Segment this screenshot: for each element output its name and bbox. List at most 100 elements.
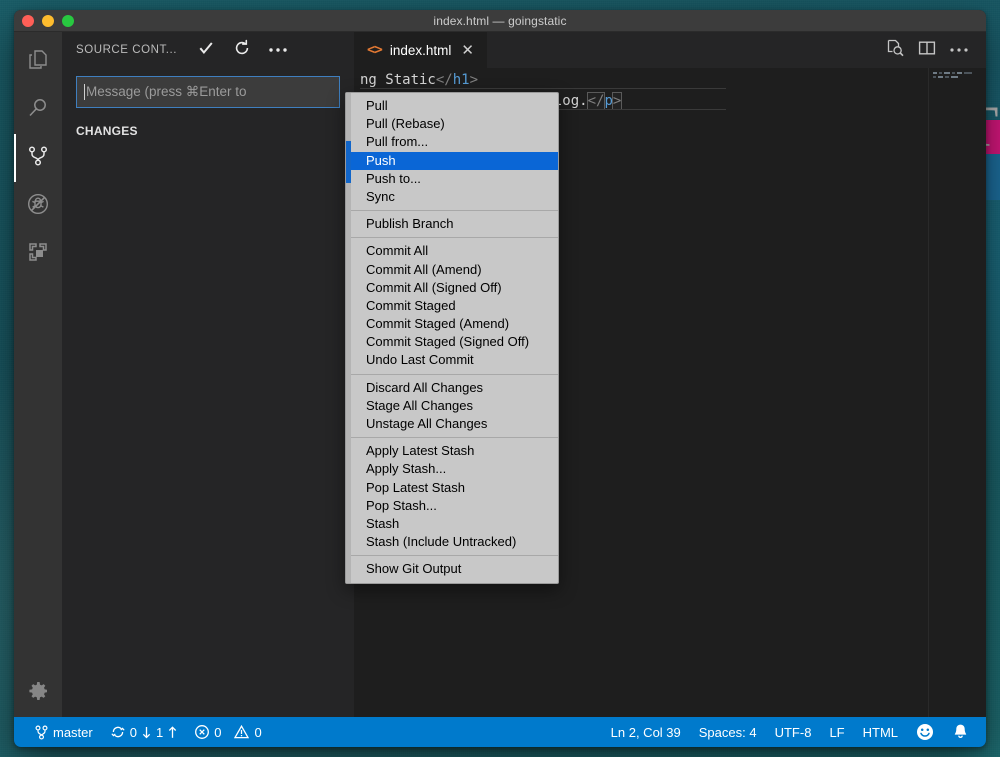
minimize-window-button[interactable]: [42, 14, 54, 27]
manage-settings-button[interactable]: [14, 669, 62, 717]
sidebar-item-explorer[interactable]: [14, 38, 62, 86]
text-caret: [84, 84, 85, 100]
menu-item-sync[interactable]: Sync: [346, 188, 558, 206]
more-actions-button[interactable]: [263, 36, 293, 64]
status-branch[interactable]: master: [26, 717, 102, 747]
open-preview-button[interactable]: [880, 35, 910, 65]
menu-item-unstage-all-changes[interactable]: Unstage All Changes: [346, 415, 558, 433]
split-editor-icon: [917, 38, 937, 63]
sidebar-actions: [191, 36, 293, 64]
menu-separator: [346, 237, 558, 239]
warning-icon: [234, 725, 250, 739]
menu-item-show-git-output[interactable]: Show Git Output: [346, 560, 558, 578]
maximize-window-button[interactable]: [62, 14, 74, 27]
commit-button[interactable]: [191, 36, 221, 64]
sidebar-item-extensions[interactable]: [14, 230, 62, 278]
minimap-row: [933, 76, 972, 78]
status-problems[interactable]: 0 0: [186, 717, 270, 747]
files-icon: [26, 48, 50, 77]
html-file-icon: <>: [367, 42, 383, 58]
status-bar: master 0 1 0 0 Ln 2, Col 39 Spaces: 4 UT…: [14, 717, 986, 747]
menu-items-container: Pull Pull (Rebase) Pull from... Push Push to…: [346, 97, 558, 579]
branch-name: master: [53, 724, 93, 740]
menu-item-commit-staged[interactable]: Commit Staged: [346, 297, 558, 315]
check-icon: [197, 39, 215, 62]
source-control-icon: [26, 144, 50, 173]
menu-item-pop-latest-stash[interactable]: Pop Latest Stash: [346, 479, 558, 497]
menu-scrollbar[interactable]: [346, 93, 351, 583]
menu-item-stash[interactable]: Stash: [346, 515, 558, 533]
sync-icon: [111, 725, 125, 739]
window-title: index.html — goingstatic: [433, 13, 567, 28]
sidebar-header: SOURCE CONT...: [62, 32, 354, 68]
debug-icon: [26, 192, 50, 221]
changes-section-header: CHANGES: [76, 124, 138, 138]
minimap-content: [933, 72, 972, 78]
code-line-separator: [360, 88, 726, 89]
smiley-icon: [916, 723, 934, 741]
source-control-sidebar: SOURCE CONT... Message (press ⌘Enter to …: [62, 32, 354, 717]
activity-bar: [14, 32, 62, 717]
menu-scrollbar-thumb[interactable]: [346, 141, 351, 183]
git-actions-context-menu[interactable]: Pull Pull (Rebase) Pull from... Push Push to…: [345, 92, 559, 584]
menu-item-commit-all-signed-off[interactable]: Commit All (Signed Off): [346, 279, 558, 297]
gear-icon: [26, 679, 50, 708]
menu-item-push-to[interactable]: Push to...: [346, 170, 558, 188]
menu-item-pull[interactable]: Pull: [346, 97, 558, 115]
status-language-mode[interactable]: HTML: [854, 717, 907, 747]
preview-icon: [885, 38, 905, 63]
sync-up-count: 1: [155, 724, 164, 740]
branch-icon: [35, 725, 48, 740]
status-feedback[interactable]: [907, 717, 943, 747]
close-icon[interactable]: ✕: [459, 43, 476, 58]
title-bar: index.html — goingstatic: [14, 10, 986, 32]
menu-separator: [346, 437, 558, 439]
menu-item-commit-staged-amend[interactable]: Commit Staged (Amend): [346, 315, 558, 333]
background-shape-blue: [984, 154, 1000, 200]
close-window-button[interactable]: [22, 14, 34, 27]
commit-input-placeholder: Message (press ⌘Enter to: [86, 84, 247, 99]
split-editor-button[interactable]: [912, 35, 942, 65]
menu-separator: [346, 555, 558, 557]
menu-item-pop-stash[interactable]: Pop Stash...: [346, 497, 558, 515]
status-encoding[interactable]: UTF-8: [766, 717, 821, 747]
ellipsis-icon: [949, 41, 969, 59]
status-sync[interactable]: 0 1: [102, 717, 186, 747]
status-eol[interactable]: LF: [820, 717, 853, 747]
ellipsis-icon: [268, 41, 288, 59]
menu-item-stage-all-changes[interactable]: Stage All Changes: [346, 397, 558, 415]
tab-index-html[interactable]: <> index.html ✕: [354, 32, 488, 68]
search-icon: [26, 96, 50, 125]
more-editor-actions-button[interactable]: [944, 35, 974, 65]
sidebar-item-search[interactable]: [14, 86, 62, 134]
error-icon: [195, 725, 210, 739]
code-text: ng Static: [360, 72, 436, 88]
menu-item-publish-branch[interactable]: Publish Branch: [346, 215, 558, 233]
sidebar-item-source-control[interactable]: [14, 134, 62, 182]
minimap[interactable]: [928, 68, 986, 717]
menu-item-commit-all-amend[interactable]: Commit All (Amend): [346, 261, 558, 279]
editor-actions: [880, 32, 986, 68]
refresh-icon: [233, 39, 251, 62]
status-indentation[interactable]: Spaces: 4: [690, 717, 766, 747]
menu-item-pull-rebase[interactable]: Pull (Rebase): [346, 115, 558, 133]
menu-item-stash-include-untracked[interactable]: Stash (Include Untracked): [346, 533, 558, 551]
window-controls: [14, 14, 74, 27]
error-count: 0: [214, 724, 222, 740]
menu-item-commit-all[interactable]: Commit All: [346, 242, 558, 260]
status-notifications[interactable]: [943, 717, 978, 747]
menu-separator: [346, 373, 558, 375]
menu-item-apply-stash[interactable]: Apply Stash...: [346, 460, 558, 478]
menu-item-push[interactable]: Push: [346, 151, 558, 170]
menu-item-commit-staged-signed-off[interactable]: Commit Staged (Signed Off): [346, 333, 558, 351]
menu-item-apply-latest-stash[interactable]: Apply Latest Stash: [346, 442, 558, 460]
menu-item-undo-last-commit[interactable]: Undo Last Commit: [346, 351, 558, 369]
workbench: SOURCE CONT... Message (press ⌘Enter to …: [14, 32, 986, 717]
status-cursor-position[interactable]: Ln 2, Col 39: [602, 717, 690, 747]
arrow-down-icon: [142, 726, 151, 739]
menu-item-discard-all-changes[interactable]: Discard All Changes: [346, 379, 558, 397]
commit-message-input[interactable]: Message (press ⌘Enter to: [76, 76, 340, 108]
refresh-button[interactable]: [227, 36, 257, 64]
sidebar-item-debug[interactable]: [14, 182, 62, 230]
menu-item-pull-from[interactable]: Pull from...: [346, 133, 558, 151]
